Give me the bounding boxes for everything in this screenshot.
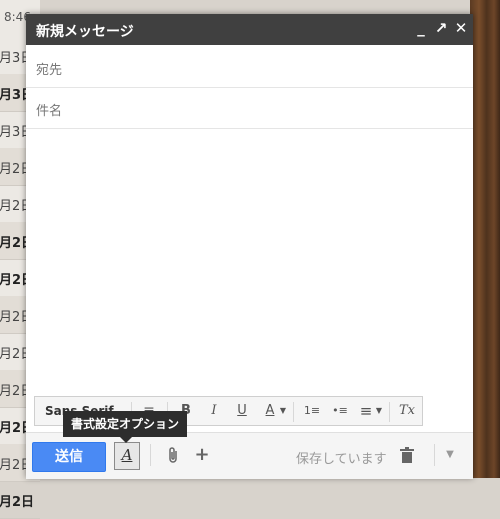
minimize-icon[interactable]: _	[413, 19, 429, 37]
compose-action-bar: 送信 A + 保存しています ▼	[26, 432, 473, 479]
underline-icon[interactable]: U	[233, 402, 251, 420]
compose-title-bar[interactable]: 新規メッセージ _ ↗ ✕	[26, 14, 473, 45]
subject-field[interactable]: 件名	[26, 88, 473, 129]
subject-input[interactable]	[86, 96, 460, 120]
align-dropdown-icon[interactable]: ▼	[374, 402, 384, 420]
send-button[interactable]: 送信	[32, 442, 106, 472]
toolbar-divider	[389, 402, 390, 422]
compose-window: 新規メッセージ _ ↗ ✕ 宛先 件名 Sans Serif ≡ B I U A…	[26, 14, 473, 479]
formatting-options-button[interactable]: A	[114, 442, 140, 470]
tooltip-arrow	[120, 437, 132, 443]
to-label: 宛先	[36, 63, 63, 78]
to-field[interactable]: 宛先	[26, 47, 473, 88]
remove-formatting-icon[interactable]: Tx	[397, 402, 417, 420]
toolbar-divider	[293, 402, 294, 422]
insert-icon[interactable]: +	[192, 444, 212, 466]
numbered-list-icon[interactable]: 1≡	[301, 402, 323, 420]
saving-status: 保存しています	[296, 452, 387, 467]
desktop-background	[470, 0, 500, 478]
italic-icon[interactable]: I	[205, 402, 223, 420]
inbox-row-date: 月2日	[0, 495, 35, 510]
bulleted-list-icon[interactable]: •≡	[329, 402, 351, 420]
text-color-dropdown-icon[interactable]: ▼	[278, 402, 288, 420]
to-input[interactable]	[86, 55, 460, 79]
trash-icon[interactable]	[397, 444, 417, 466]
more-options-chevron-down-icon[interactable]: ▼	[434, 444, 465, 466]
message-body[interactable]	[26, 130, 473, 392]
compose-title: 新規メッセージ	[36, 24, 134, 40]
close-icon[interactable]: ✕	[453, 19, 469, 37]
align-icon[interactable]: ≡	[357, 402, 375, 420]
popout-icon[interactable]: ↗	[433, 19, 449, 37]
text-color-icon[interactable]: A	[261, 402, 279, 420]
action-divider	[150, 444, 151, 466]
formatting-options-tooltip: 書式設定オプション	[63, 411, 188, 437]
paperclip-icon[interactable]	[163, 444, 183, 466]
subject-label: 件名	[36, 104, 63, 119]
inbox-row[interactable]: 月2日	[0, 481, 40, 519]
